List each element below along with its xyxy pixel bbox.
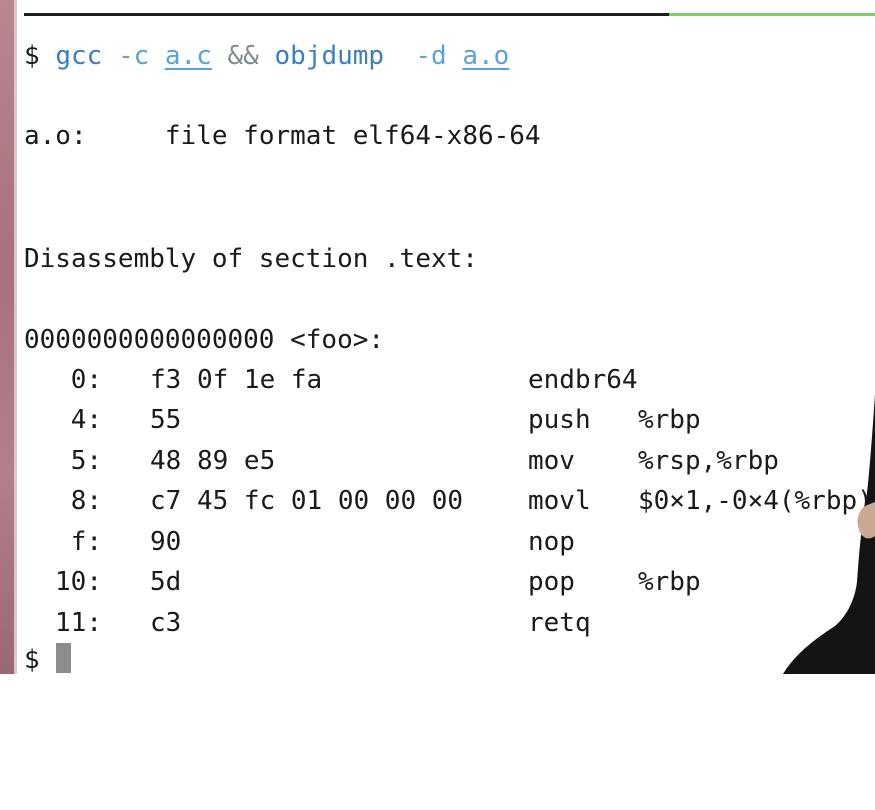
instruction-operands: %rsp,%rbp: [638, 446, 779, 476]
command-program: gcc: [55, 41, 103, 71]
instruction-mnemonic: endbr64: [528, 365, 638, 395]
instruction-address: 11:: [55, 608, 102, 638]
terminal-output[interactable]: $ gcc -c a.c && objdump -d a.o a.o: file…: [24, 0, 873, 675]
instruction-bytes: c7 45 fc 01 00 00 00: [150, 486, 464, 516]
instruction-mnemonic: mov: [528, 446, 575, 476]
instruction-row: 8: c7 45 fc 01 00 00 00 movl $0×1,-0×4(%…: [24, 484, 875, 518]
shell-prompt: $: [24, 41, 40, 71]
terminal-top-border: [24, 13, 669, 16]
section-header: Disassembly of section .text:: [24, 244, 478, 274]
source-file-link[interactable]: a.c: [165, 41, 212, 71]
command-operator: &&: [227, 41, 259, 71]
instruction-bytes: 90: [150, 527, 182, 557]
instruction-mnemonic: push: [528, 405, 591, 435]
instruction-bytes: f3 0f 1e fa: [150, 365, 323, 395]
instruction-row: 4: 55 push %rbp: [24, 403, 875, 437]
instruction-row: 10: 5d pop %rbp: [24, 565, 875, 599]
presenter-silhouette: [783, 394, 875, 674]
instruction-bytes: 5d: [150, 567, 182, 597]
command-program: objdump: [274, 41, 385, 71]
file-format-line: a.o: file format elf64-x86-64: [24, 119, 541, 153]
prompt-line[interactable]: $: [24, 643, 71, 677]
terminal-top-accent: [669, 13, 875, 16]
symbol-header: 0000000000000000 <foo>:: [24, 325, 385, 355]
shell-prompt: $: [24, 645, 40, 675]
window-left-edge: [0, 0, 14, 674]
instruction-row: 0: f3 0f 1e fa endbr64: [24, 363, 875, 397]
instruction-row: 11: c3 retq: [24, 606, 875, 640]
instruction-operands: %rbp: [638, 405, 701, 435]
object-file-link[interactable]: a.o: [462, 41, 509, 71]
instruction-address: 0:: [70, 365, 102, 395]
instruction-row: f: 90 nop: [24, 525, 875, 559]
command-line: $ gcc -c a.c && objdump -d a.o: [24, 39, 509, 73]
instruction-row: 5: 48 89 e5 mov %rsp,%rbp: [24, 444, 875, 478]
command-flag: -d: [415, 41, 447, 71]
instruction-mnemonic: retq: [528, 608, 591, 638]
instruction-address: f:: [70, 527, 102, 557]
instruction-operands: %rbp: [638, 567, 701, 597]
instruction-bytes: c3: [150, 608, 182, 638]
instruction-mnemonic: nop: [528, 527, 575, 557]
instruction-bytes: 55: [150, 405, 182, 435]
instruction-bytes: 48 89 e5: [150, 446, 276, 476]
instruction-address: 5:: [70, 446, 102, 476]
window-left-border: [14, 0, 17, 674]
file-format: file format elf64-x86-64: [164, 121, 541, 151]
instruction-address: 8:: [70, 486, 102, 516]
text-cursor: [55, 643, 71, 673]
instruction-address: 4:: [70, 405, 102, 435]
instruction-mnemonic: movl: [528, 486, 591, 516]
file-name: a.o:: [24, 121, 87, 151]
instruction-address: 10:: [55, 567, 102, 597]
command-flag: -c: [117, 41, 150, 71]
instruction-mnemonic: pop: [528, 567, 575, 597]
